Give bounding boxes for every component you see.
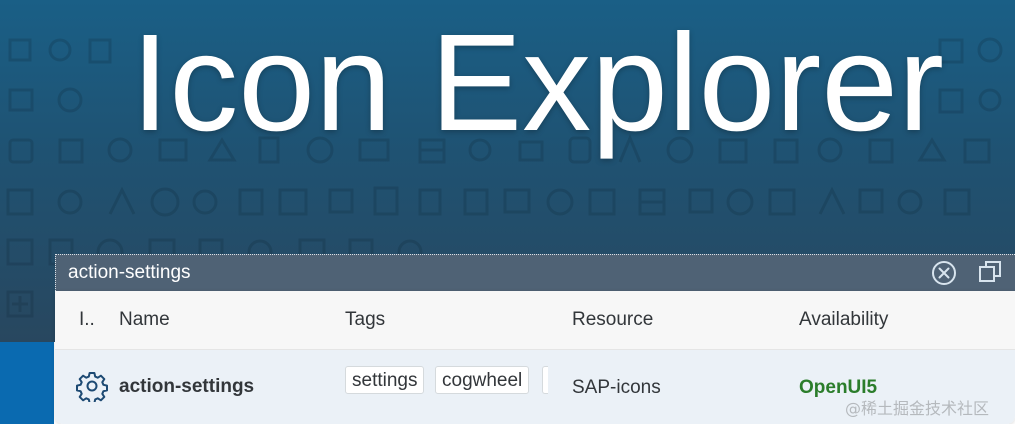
tag-chip[interactable]: cogwheel xyxy=(435,366,530,394)
popout-icon[interactable] xyxy=(978,260,1002,284)
watermark: @稀土掘金技术社区 xyxy=(845,399,990,418)
resource-value: SAP-icons xyxy=(572,377,661,398)
column-header-tags[interactable]: Tags xyxy=(345,309,385,331)
column-header-resource[interactable]: Resource xyxy=(572,309,653,331)
search-input[interactable]: action-settings xyxy=(68,263,191,283)
tag-chip-overflow xyxy=(542,366,548,394)
table-header: I.. Name Tags Resource Availability xyxy=(55,291,1015,350)
icon-name: action-settings xyxy=(119,376,255,397)
tag-chip[interactable]: settings xyxy=(345,366,425,394)
page-title: Icon Explorer xyxy=(130,6,945,160)
side-accent xyxy=(0,342,54,424)
icon-explorer-page: Icon Explorer action-settings I.. Name T… xyxy=(0,0,1015,424)
search-field[interactable]: action-settings xyxy=(55,254,1015,291)
column-header-name[interactable]: Name xyxy=(119,309,170,331)
column-header-availability[interactable]: Availability xyxy=(799,309,888,331)
clear-circle-icon[interactable] xyxy=(931,260,957,286)
column-header-icon[interactable]: I.. xyxy=(79,309,95,331)
gear-icon xyxy=(76,370,108,404)
